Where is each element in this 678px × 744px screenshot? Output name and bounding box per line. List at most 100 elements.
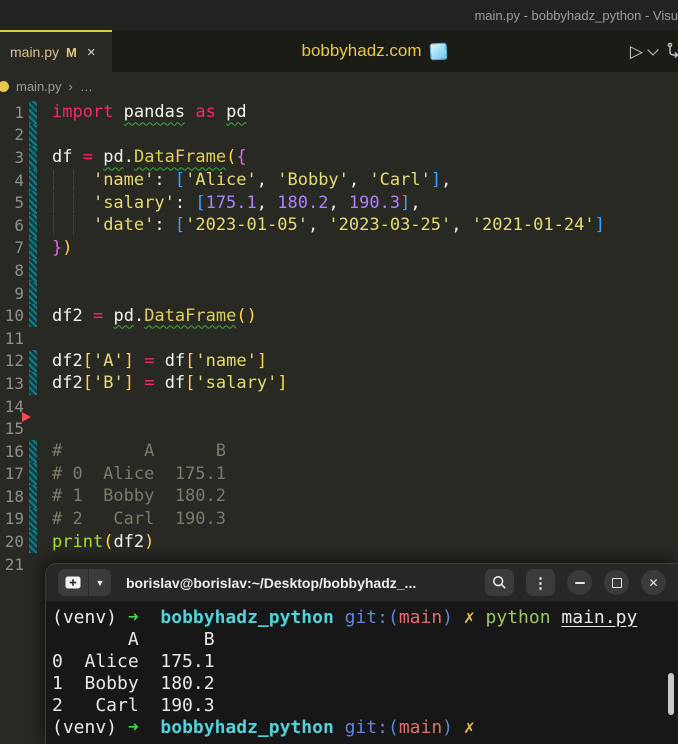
minimize-icon	[574, 581, 585, 584]
line-number: 17	[4, 464, 24, 484]
center-title-text: bobbyhadz.com	[301, 41, 422, 60]
terminal-line: (venv) ➜ bobbyhadz_python git:(main) ✗	[52, 717, 475, 738]
code-text: df2['A'] = df['name']	[52, 350, 268, 371]
terminal-line: (venv) ➜ bobbyhadz_python git:(main) ✗ p…	[52, 607, 638, 628]
modified-gutter-indicator	[29, 168, 37, 192]
code-text: df2 = pd.DataFrame()	[52, 305, 257, 326]
code-line[interactable]: 5 'salary': [175.1, 180.2, 190.3],	[0, 191, 678, 214]
line-number: 11	[4, 328, 24, 348]
code-text: # 2 Carl 190.3	[52, 508, 226, 529]
line-number: 15	[4, 419, 24, 439]
code-line[interactable]: 18 # 1 Bobby 180.2	[0, 485, 678, 508]
modified-gutter-indicator	[29, 146, 37, 169]
maximize-button[interactable]	[604, 570, 629, 595]
modified-gutter-indicator	[29, 372, 37, 395]
code-text: 'name': ['Alice', 'Bobby', 'Carl'],	[52, 170, 678, 191]
minimize-button[interactable]	[567, 570, 592, 595]
terminal-menu-button[interactable]: ⋮	[526, 569, 555, 596]
code-area[interactable]: 1 import pandas as pd 2 3 df = pd.DataFrame(…	[0, 100, 678, 575]
modified-gutter-indicator	[29, 236, 37, 260]
tab-filename: main.py	[10, 44, 60, 60]
maximize-icon	[611, 577, 622, 588]
line-number: 2	[14, 125, 24, 145]
code-line[interactable]: 20 print(df2)	[0, 530, 678, 553]
code-line[interactable]: 15	[0, 417, 678, 440]
terminal-line: 0 Alice 175.1	[52, 651, 215, 672]
python-file-icon	[0, 80, 9, 92]
code-text: import pandas as pd	[52, 102, 247, 123]
code-line[interactable]: 12 df2['A'] = df['name']	[0, 349, 678, 373]
terminal-search-button[interactable]	[485, 569, 514, 596]
gutter-spacer	[29, 327, 37, 350]
line-number: 3	[14, 147, 24, 167]
code-text: 'date': ['2023-01-05', '2023-03-25', '20…	[52, 215, 678, 236]
editor-tab-bar: main.py M × bobbyhadz.com ▷	[0, 30, 678, 72]
modified-gutter-indicator	[29, 259, 37, 282]
modified-gutter-indicator	[29, 191, 37, 214]
ice-cube-emoji	[429, 42, 447, 60]
line-number: 16	[4, 441, 24, 461]
modified-gutter-indicator	[29, 123, 37, 147]
line-number: 1	[14, 102, 24, 122]
line-number: 4	[14, 170, 24, 190]
code-text: # 1 Bobby 180.2	[52, 486, 226, 507]
line-number: 5	[14, 193, 24, 213]
code-line[interactable]: 11	[0, 327, 678, 350]
breadcrumb-file[interactable]: main.py	[16, 79, 62, 94]
code-line[interactable]: 4 'name': ['Alice', 'Bobby', 'Carl'],	[0, 168, 678, 192]
modified-gutter-indicator	[29, 101, 37, 124]
terminal-output[interactable]: (venv) ➜ bobbyhadz_python git:(main) ✗ p…	[46, 602, 678, 739]
window-title: main.py - bobbyhadz_python - Visu	[474, 7, 678, 23]
code-text: df2['B'] = df['salary']	[52, 373, 288, 394]
run-python-file-icon[interactable]: ▷	[630, 43, 643, 60]
deleted-lines-gutter-marker[interactable]	[22, 412, 31, 423]
line-number: 21	[4, 554, 24, 574]
terminal-scrollbar-thumb[interactable]	[668, 673, 674, 715]
code-line[interactable]: 7})	[0, 236, 678, 260]
code-line[interactable]: 13 df2['B'] = df['salary']	[0, 372, 678, 395]
code-text: print(df2)	[52, 531, 155, 552]
code-line[interactable]: 9	[0, 281, 678, 305]
code-line[interactable]: 10 df2 = pd.DataFrame()	[0, 304, 678, 327]
code-line[interactable]: 14	[0, 395, 678, 418]
modified-gutter-indicator	[29, 462, 37, 486]
code-line[interactable]: 17 # 0 Alice 175.1	[0, 462, 678, 486]
terminal-header: ▼ borislav@borislav:~/Desktop/bobbyhadz_…	[46, 564, 678, 602]
vscode-window: main.py - bobbyhadz_python - Visu main.p…	[0, 0, 678, 744]
code-line[interactable]: 8	[0, 259, 678, 282]
code-text: # A B	[52, 441, 226, 462]
modified-gutter-indicator	[29, 439, 37, 463]
modified-gutter-indicator	[29, 507, 37, 531]
run-dropdown-chevron-icon[interactable]	[647, 43, 659, 56]
modified-gutter-indicator	[29, 213, 37, 237]
code-line[interactable]: 3 df = pd.DataFrame({	[0, 146, 678, 169]
tab-close-icon[interactable]: ×	[87, 44, 96, 61]
code-text: 'salary': [175.1, 180.2, 190.3],	[52, 192, 678, 213]
code-line[interactable]: 2	[0, 123, 678, 147]
line-number: 13	[4, 373, 24, 393]
line-number: 18	[4, 486, 24, 506]
breadcrumb-more[interactable]: …	[80, 79, 93, 94]
breadcrumb: main.py › …	[0, 72, 678, 100]
terminal-line: A B	[52, 629, 215, 650]
code-text: # 0 Alice 175.1	[52, 463, 226, 484]
code-text: })	[52, 237, 73, 258]
code-line[interactable]: 16 # A B	[0, 439, 678, 463]
editor-actions: ▷	[630, 30, 678, 72]
line-number: 19	[4, 509, 24, 529]
split-editor-icon[interactable]	[665, 41, 678, 61]
breadcrumb-separator: ›	[68, 78, 73, 94]
tab-main-py[interactable]: main.py M ×	[0, 30, 112, 72]
line-number: 9	[14, 283, 24, 303]
code-line[interactable]: 6 'date': ['2023-01-05', '2023-03-25', '…	[0, 213, 678, 237]
new-tab-icon[interactable]	[58, 569, 88, 596]
modified-gutter-indicator	[29, 304, 37, 327]
terminal-new-tab-button[interactable]: ▼	[58, 569, 111, 596]
code-line[interactable]: 1 import pandas as pd	[0, 101, 678, 124]
modified-gutter-indicator	[29, 281, 37, 305]
modified-gutter-indicator	[29, 530, 37, 553]
code-line[interactable]: 19 # 2 Carl 190.3	[0, 507, 678, 531]
terminal-line: 1 Bobby 180.2	[52, 673, 215, 694]
close-button[interactable]: ✕	[641, 570, 666, 595]
new-tab-dropdown-icon[interactable]: ▼	[89, 569, 111, 596]
